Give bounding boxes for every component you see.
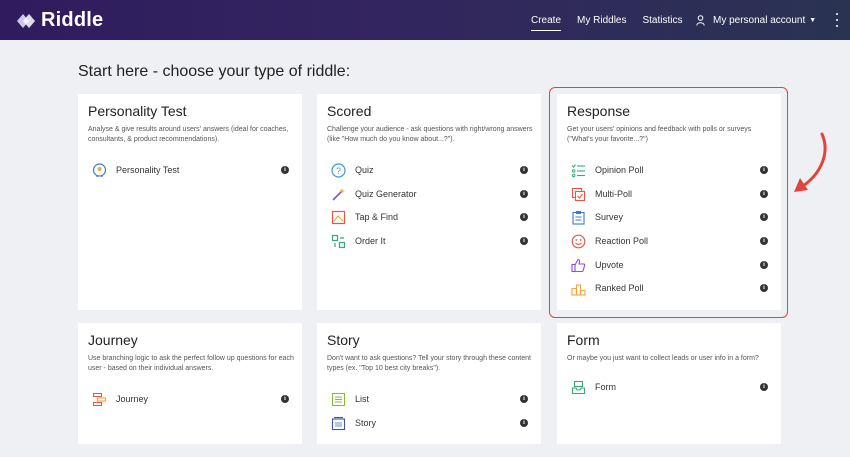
info-icon[interactable]: i: [760, 237, 768, 245]
item-label: Tap & Find: [355, 212, 399, 222]
type-ranked-poll[interactable]: Ranked Poll i: [570, 278, 768, 298]
branching-icon: [91, 391, 107, 407]
card-description: Use branching logic to ask the perfect f…: [88, 355, 294, 372]
card-response: Response Get your users' opinions and fe…: [557, 94, 781, 310]
item-label: Journey: [116, 394, 149, 404]
type-personality-test[interactable]: Personality Test i: [91, 160, 289, 180]
info-icon[interactable]: i: [520, 190, 528, 198]
item-label: Quiz Generator: [355, 189, 417, 199]
info-icon[interactable]: i: [520, 395, 528, 403]
type-tap-and-find[interactable]: Tap & Find i: [330, 207, 528, 227]
item-label: Survey: [595, 212, 624, 222]
order-blocks-icon: [330, 233, 346, 249]
nav-link-create[interactable]: Create: [531, 13, 562, 31]
card-description: Analyse & give results around users' ans…: [88, 126, 289, 143]
card-form: Form Or maybe you just want to collect l…: [557, 323, 781, 444]
list-check-icon: [570, 162, 586, 178]
account-label: My personal account: [713, 14, 806, 26]
riddle-logo-icon: [17, 13, 35, 28]
annotation-arrow-icon: [794, 132, 827, 192]
info-icon[interactable]: i: [760, 213, 768, 221]
type-multi-poll[interactable]: Multi-Poll i: [570, 184, 768, 204]
type-opinion-poll[interactable]: Opinion Poll i: [570, 160, 768, 180]
item-label: Reaction Poll: [595, 236, 649, 246]
podium-icon: [570, 280, 586, 296]
main-nav: Create My Riddles Statistics: [531, 0, 699, 40]
info-icon[interactable]: i: [520, 419, 528, 427]
card-personality-test: Personality Test Analyse & give results …: [78, 94, 302, 310]
item-label: Ranked Poll: [595, 283, 644, 293]
card-description: Or maybe you just want to collect leads …: [567, 355, 759, 362]
card-title: Personality Test: [88, 103, 187, 119]
item-label: Personality Test: [116, 165, 180, 175]
type-list[interactable]: List i: [330, 389, 528, 409]
chevron-down-icon: ▼: [809, 16, 817, 24]
riddle-logo[interactable]: Riddle: [15, 9, 103, 32]
info-icon[interactable]: i: [520, 213, 528, 221]
type-journey[interactable]: Journey i: [91, 389, 289, 409]
type-quiz[interactable]: ? Quiz i: [330, 160, 528, 180]
card-description: Challenge your audience - ask questions …: [327, 126, 533, 143]
thumbs-up-icon: [570, 257, 586, 273]
account-menu[interactable]: My personal account ▼: [696, 0, 816, 40]
type-reaction-poll[interactable]: Reaction Poll i: [570, 231, 768, 251]
item-label: Multi-Poll: [595, 189, 633, 199]
page-title: Start here - choose your type of riddle:: [78, 63, 351, 80]
clipboard-icon: [570, 209, 586, 225]
user-icon: [696, 14, 705, 26]
question-circle-icon: ?: [330, 162, 346, 178]
info-icon[interactable]: i: [760, 166, 768, 174]
card-story: Story Don't want to ask questions? Tell …: [317, 323, 541, 444]
list-icon: [330, 391, 346, 407]
magic-wand-icon: [330, 186, 346, 202]
card-title: Story: [327, 332, 360, 348]
info-icon[interactable]: i: [760, 261, 768, 269]
item-label: List: [355, 394, 370, 404]
item-label: Order It: [355, 236, 386, 246]
story-slides-icon: [330, 415, 346, 431]
type-form[interactable]: Form i: [570, 377, 768, 397]
card-title: Scored: [327, 103, 372, 119]
card-title: Response: [567, 103, 631, 119]
smiley-icon: [570, 233, 586, 249]
item-label: Opinion Poll: [595, 165, 644, 175]
item-label: Form: [595, 382, 616, 392]
info-icon[interactable]: i: [281, 395, 289, 403]
stacked-pages-icon: [570, 186, 586, 202]
info-icon[interactable]: i: [520, 237, 528, 245]
info-icon[interactable]: i: [760, 383, 768, 391]
type-order-it[interactable]: Order It i: [330, 231, 528, 251]
head-icon: [91, 162, 107, 178]
item-label: Quiz: [355, 165, 374, 175]
svg-text:?: ?: [335, 166, 340, 176]
nav-link-my-riddles[interactable]: My Riddles: [577, 13, 626, 28]
type-survey[interactable]: Survey i: [570, 207, 768, 227]
more-options-icon[interactable]: [834, 13, 840, 27]
image-target-icon: [330, 209, 346, 225]
type-story[interactable]: Story i: [330, 413, 528, 433]
card-description: Don't want to ask questions? Tell your s…: [327, 355, 531, 372]
inbox-tray-icon: [570, 379, 586, 395]
card-journey: Journey Use branching logic to ask the p…: [78, 323, 302, 444]
info-icon[interactable]: i: [281, 166, 289, 174]
card-scored: Scored Challenge your audience - ask que…: [317, 94, 541, 310]
type-upvote[interactable]: Upvote i: [570, 255, 768, 275]
card-description: Get your users' opinions and feedback wi…: [567, 126, 752, 143]
card-title: Journey: [88, 332, 138, 348]
info-icon[interactable]: i: [760, 284, 768, 292]
type-quiz-generator[interactable]: Quiz Generator i: [330, 184, 528, 204]
info-icon[interactable]: i: [520, 166, 528, 174]
brand-name: Riddle: [41, 9, 104, 31]
info-icon[interactable]: i: [760, 190, 768, 198]
card-title: Form: [567, 332, 600, 348]
nav-link-statistics[interactable]: Statistics: [642, 13, 682, 28]
top-navbar: Riddle Create My Riddles Statistics My p…: [0, 0, 850, 40]
item-label: Story: [355, 418, 377, 428]
item-label: Upvote: [595, 260, 624, 270]
